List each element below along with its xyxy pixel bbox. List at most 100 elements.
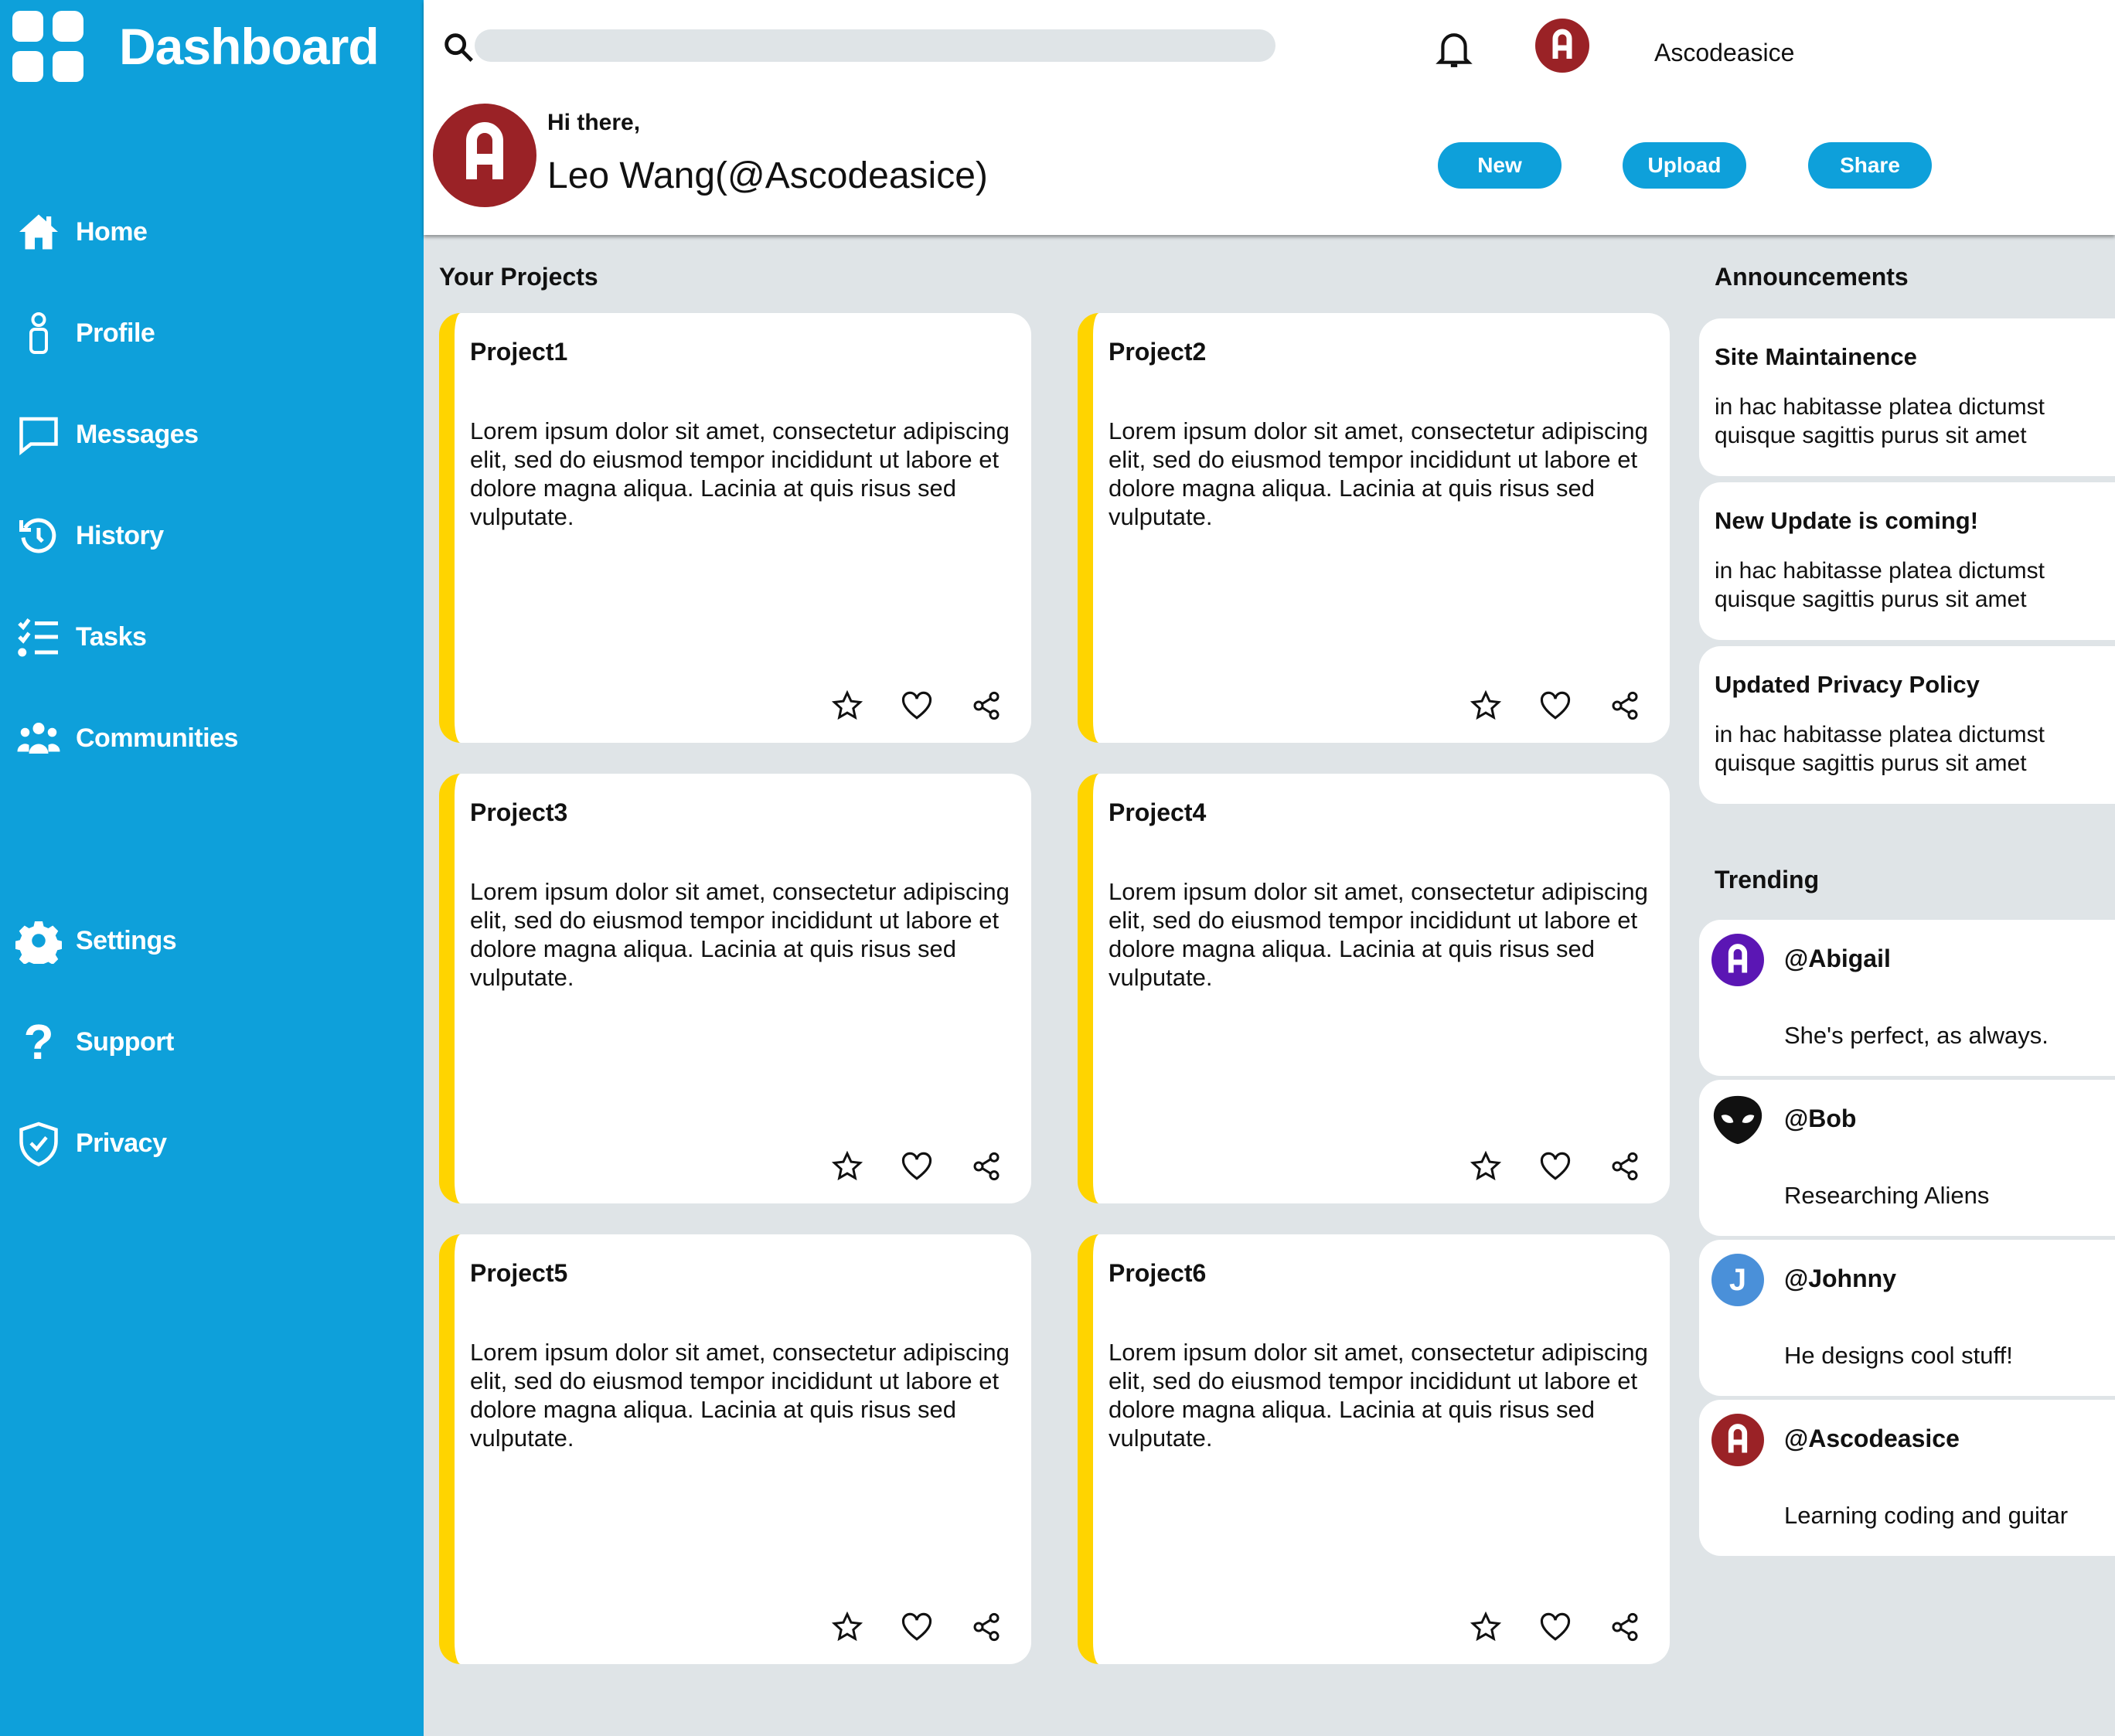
trending-text: He designs cool stuff! [1784,1342,2013,1369]
header: Ascodeasice Hi there, Leo Wang(@Ascodeas… [424,0,2115,235]
home-icon [14,207,63,257]
announcement-card[interactable]: Updated Privacy Policy in hac habitasse … [1699,646,2115,804]
question-icon: ? [23,1014,54,1070]
project-card[interactable]: Project1 Lorem ipsum dolor sit amet, con… [439,313,1031,743]
project-title: Project2 [1109,338,1207,366]
greeting-text: Hi there, [547,110,641,135]
star-icon[interactable] [1469,1610,1503,1644]
announcement-title: New Update is coming! [1715,507,1979,534]
sidebar-item-privacy[interactable]: Privacy [14,1112,167,1174]
trending-handle: @Bob [1784,1105,1857,1132]
sidebar-item-profile[interactable]: Profile [14,302,155,364]
alien-icon [1711,1094,1764,1146]
project-title: Project4 [1109,798,1207,826]
share-icon[interactable] [969,1149,1003,1183]
project-card[interactable]: Project5 Lorem ipsum dolor sit amet, con… [439,1234,1031,1664]
project-card[interactable]: Project2 Lorem ipsum dolor sit amet, con… [1078,313,1670,743]
sidebar-item-communities[interactable]: Communities [14,707,238,769]
sidebar-item-messages[interactable]: Messages [14,403,199,465]
announcements-heading: Announcements [1715,263,1909,291]
project-title: Project5 [470,1259,568,1287]
announcement-card[interactable]: New Update is coming! in hac habitasse p… [1699,482,2115,640]
group-icon [14,713,63,763]
star-icon[interactable] [830,1610,864,1644]
sidebar-item-label: Tasks [76,621,147,652]
heart-icon[interactable] [1538,1149,1572,1183]
trending-item[interactable]: @Abigail She's perfect, as always. [1699,920,2115,1076]
star-icon[interactable] [830,689,864,723]
star-icon[interactable] [830,1149,864,1183]
trending-text: Researching Aliens [1784,1182,1990,1209]
search-input[interactable] [475,29,1275,62]
project-description: Lorem ipsum dolor sit amet, consectetur … [470,1339,1010,1452]
heart-icon[interactable] [1538,1610,1572,1644]
heart-icon[interactable] [900,689,934,723]
sidebar-item-tasks[interactable]: Tasks [14,606,147,668]
share-icon[interactable] [1608,689,1642,723]
dashboard-title: Dashboard [119,18,380,75]
sidebar-item-label: Profile [76,318,155,348]
sidebar-item-settings[interactable]: Settings [14,910,177,972]
share-icon[interactable] [969,1610,1003,1644]
share-icon[interactable] [1608,1149,1642,1183]
sidebar-item-label: Privacy [76,1128,167,1158]
sidebar: Dashboard Home Profile Messages History … [0,0,424,1736]
star-icon[interactable] [1469,1149,1503,1183]
sidebar-item-label: Home [76,216,148,247]
project-description: Lorem ipsum dolor sit amet, consectetur … [1109,417,1648,530]
star-icon[interactable] [1469,689,1503,723]
heart-icon[interactable] [900,1610,934,1644]
sidebar-item-label: Messages [76,419,199,449]
upload-button[interactable]: Upload [1623,142,1746,189]
gear-icon [14,916,63,965]
user-full-name: Leo Wang(@Ascodeasice) [547,155,988,196]
project-title: Project6 [1109,1259,1207,1287]
trending-heading: Trending [1715,866,1820,894]
project-description: Lorem ipsum dolor sit amet, consectetur … [470,417,1010,530]
sidebar-item-home[interactable]: Home [14,201,148,263]
project-title: Project1 [470,338,568,366]
heart-icon[interactable] [900,1149,934,1183]
sidebar-item-label: Settings [76,925,177,955]
project-card[interactable]: Project6 Lorem ipsum dolor sit amet, con… [1078,1234,1670,1664]
projects-heading: Your Projects [439,263,598,291]
search-icon[interactable] [441,29,476,65]
sidebar-item-label: Support [76,1026,174,1057]
project-card[interactable]: Project4 Lorem ipsum dolor sit amet, con… [1078,774,1670,1203]
share-icon[interactable] [969,689,1003,723]
sidebar-item-support[interactable]: ? Support [14,1011,174,1073]
dashboard-logo-icon [12,11,83,82]
project-title: Project3 [470,798,568,826]
trending-text: She's perfect, as always. [1784,1022,2049,1049]
trending-handle: @Ascodeasice [1784,1425,1960,1452]
project-card[interactable]: Project3 Lorem ipsum dolor sit amet, con… [439,774,1031,1203]
sidebar-item-label: Communities [76,723,238,753]
trending-handle: @Abigail [1784,945,1891,972]
share-icon[interactable] [1608,1610,1642,1644]
checklist-icon [14,612,63,662]
project-description: Lorem ipsum dolor sit amet, consectetur … [1109,1339,1648,1452]
sidebar-item-history[interactable]: History [14,505,164,567]
announcement-title: Site Maintainence [1715,343,1917,370]
announcement-card[interactable]: Site Maintainence in hac habitasse plate… [1699,318,2115,476]
user-avatar[interactable] [1535,19,1589,73]
avatar [1711,1414,1764,1466]
project-description: Lorem ipsum dolor sit amet, consectetur … [470,878,1010,991]
trending-handle: @Johnny [1784,1265,1896,1292]
trending-text: Learning coding and guitar [1784,1502,2069,1529]
announcement-body: in hac habitasse platea dictumst quisque… [1715,394,2045,448]
trending-item[interactable]: @Bob Researching Aliens [1699,1080,2115,1236]
header-username[interactable]: Ascodeasice [1654,39,1794,67]
trending-item[interactable]: J @Johnny He designs cool stuff! [1699,1240,2115,1396]
bell-icon[interactable] [1435,28,1473,71]
trending-item[interactable]: @Ascodeasice Learning coding and guitar [1699,1400,2115,1556]
new-button[interactable]: New [1438,142,1562,189]
brand: Dashboard [12,11,380,82]
heart-icon[interactable] [1538,689,1572,723]
announcement-body: in hac habitasse platea dictumst quisque… [1715,558,2045,612]
chat-icon [14,410,63,459]
avatar: J [1711,1254,1764,1306]
share-button[interactable]: Share [1808,142,1932,189]
person-icon [14,308,63,358]
project-description: Lorem ipsum dolor sit amet, consectetur … [1109,878,1648,991]
